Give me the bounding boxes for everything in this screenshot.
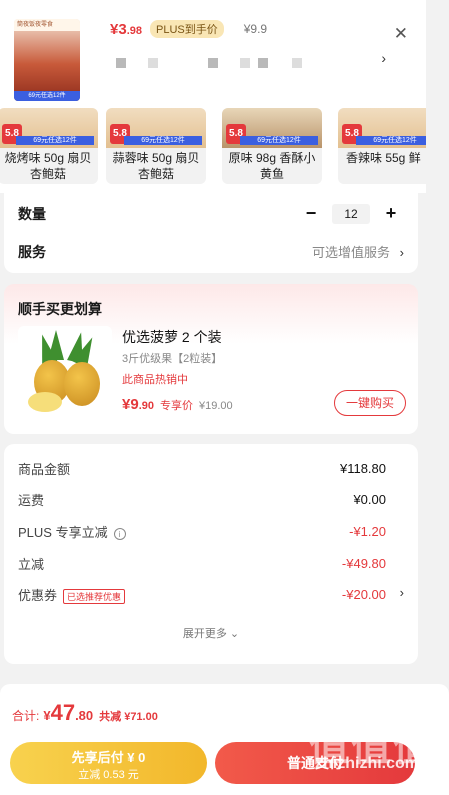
bundle-product-name[interactable]: 优选菠萝 2 个装: [122, 327, 222, 347]
one-click-buy-button[interactable]: 一键购买: [334, 390, 406, 416]
total-amount: ¥47.80: [43, 700, 94, 725]
summary-value: -¥49.80: [341, 556, 386, 571]
watermark-text: zhizhizhi.com: [315, 755, 419, 772]
pineapple-image[interactable]: [18, 326, 112, 418]
plus-button[interactable]: +: [384, 203, 398, 224]
spec-placeholder: [292, 58, 302, 68]
variant-promo: 69元任选12件: [240, 136, 318, 145]
expand-more-label: 展开更多: [182, 628, 227, 640]
bundle-hot-label: 此商品热销中: [122, 374, 188, 386]
summary-value: -¥1.20: [349, 524, 386, 539]
bundle-card: 顺手买更划算 优选菠萝 2 个装 3斤优级果【2粒装】 此商品热销中 ¥9.90…: [4, 284, 418, 434]
expand-more-button[interactable]: 展开更多 ⌄: [4, 625, 418, 641]
close-icon[interactable]: ✕: [394, 24, 408, 44]
original-price: ¥9.9: [243, 22, 268, 36]
pay-later-button[interactable]: 先享后付 ¥ 0 立减 0.53 元: [10, 742, 207, 784]
info-icon[interactable]: i: [113, 527, 126, 540]
spec-placeholder: [258, 58, 268, 68]
variant-label: 香辣味 55g 鲜: [346, 151, 421, 165]
bundle-original-price: ¥19.00: [198, 400, 233, 412]
variant-label: 蒜蓉味 50g 扇贝 杏鲍菇: [112, 151, 200, 181]
thumbnail-promo: 69元任选12件: [14, 91, 80, 101]
pay-later-discount: 立减 0.53 元: [78, 769, 139, 781]
pay-later-title: 先享后付 ¥ 0: [71, 750, 146, 765]
variant-promo: 69元任选12件: [16, 136, 94, 145]
fruit-shape: [64, 362, 100, 406]
summary-label: PLUS 专享立减: [18, 525, 108, 540]
chevron-right-icon: ›: [399, 245, 404, 260]
plus-badge: PLUS到手价: [149, 20, 224, 38]
bundle-title: 顺手买更划算: [18, 301, 102, 317]
summary-label: 优惠券: [18, 588, 58, 603]
minus-button[interactable]: −: [304, 203, 318, 224]
chevron-down-icon: ⌄: [229, 628, 240, 640]
variant-label: 烧烤味 50g 扇贝 杏鲍菇: [4, 151, 92, 181]
variant-option[interactable]: 5.8 69元任选12件 原味 98g 香酥小 黄鱼: [222, 108, 322, 184]
bundle-price-tag: 专享价: [159, 400, 193, 412]
total-summary: 合计: ¥47.80 共减 ¥71.00: [12, 700, 158, 726]
variant-option[interactable]: 5.8 69元任选12件 香辣味 55g 鲜: [338, 108, 426, 184]
plus-price: ¥3.98: [110, 20, 142, 38]
variant-label: 原味 98g 香酥小 黄鱼: [228, 151, 316, 181]
checkout-bar: 合计: ¥47.80 共减 ¥71.00 先享后付 ¥ 0 立减 0.53 元 …: [0, 684, 449, 795]
fruit-slice: [28, 392, 62, 412]
price-summary: 商品金额 ¥118.80 运费 ¥0.00 PLUS 专享立减 i -¥1.20 …: [4, 444, 418, 664]
product-header: 筒夜饭夜零食 69元任选12件 ¥3.98 PLUS到手价 ¥9.9 ✕ › 5…: [0, 0, 426, 193]
variant-promo: 69元任选12件: [124, 136, 202, 145]
spec-placeholder: [148, 58, 158, 68]
variant-option[interactable]: 5.8 69元任选12件 烧烤味 50g 扇贝 杏鲍菇: [0, 108, 98, 184]
summary-row: 运费 ¥0.00: [18, 490, 386, 509]
service-label: 服务: [18, 244, 46, 260]
variant-promo: 69元任选12件: [356, 136, 426, 145]
summary-row: 立减 -¥49.80: [18, 554, 386, 573]
quantity-label: 数量: [18, 206, 46, 222]
summary-label: 立减: [18, 557, 45, 572]
bundle-product-spec: 3斤优级果【2粒装】: [122, 353, 223, 365]
coupon-row[interactable]: 优惠券 已选推荐优惠 -¥20.00: [18, 585, 386, 605]
leaf-shape: [48, 330, 64, 360]
summary-value: ¥118.80: [339, 461, 386, 476]
summary-value: ¥0.00: [353, 492, 386, 507]
total-label: 合计:: [12, 709, 40, 723]
variant-list: 5.8 69元任选12件 烧烤味 50g 扇贝 杏鲍菇 5.8 69元任选12件…: [0, 108, 426, 186]
quantity-input[interactable]: 12: [332, 203, 370, 224]
variant-option[interactable]: 5.8 69元任选12件 蒜蓉味 50g 扇贝 杏鲍菇: [106, 108, 206, 184]
summary-label-group: PLUS 专享立减 i: [18, 522, 126, 541]
summary-label: 运费: [18, 493, 45, 508]
total-saved: 共减 ¥71.00: [99, 711, 158, 723]
service-value: 可选增值服务: [312, 245, 391, 260]
spec-placeholder: [116, 58, 126, 68]
product-thumbnail[interactable]: 筒夜饭夜零食 69元任选12件: [14, 19, 80, 101]
bundle-price-row: ¥9.90 专享价 ¥19.00: [122, 396, 233, 413]
summary-label-group: 优惠券 已选推荐优惠: [18, 585, 126, 605]
quantity-service-card: 数量 − 12 + 服务 可选增值服务 ›: [4, 193, 418, 273]
chevron-right-icon[interactable]: ›: [400, 585, 404, 600]
summary-label: 商品金额: [18, 462, 71, 477]
spec-placeholder: [240, 58, 250, 68]
summary-row: PLUS 专享立减 i -¥1.20: [18, 522, 386, 541]
price-row: ¥3.98 PLUS到手价 ¥9.9: [110, 20, 267, 38]
summary-row: 商品金额 ¥118.80: [18, 459, 386, 478]
summary-value: -¥20.00: [341, 587, 386, 603]
spec-placeholder: [208, 58, 218, 68]
quantity-stepper: − 12 +: [304, 203, 398, 224]
coupon-tag: 已选推荐优惠: [63, 589, 126, 605]
thumbnail-tag: 筒夜饭夜零食: [14, 19, 80, 31]
service-selector[interactable]: 可选增值服务 ›: [312, 242, 404, 261]
bundle-price: ¥9.90: [122, 396, 154, 413]
chevron-right-icon[interactable]: ›: [381, 50, 386, 66]
